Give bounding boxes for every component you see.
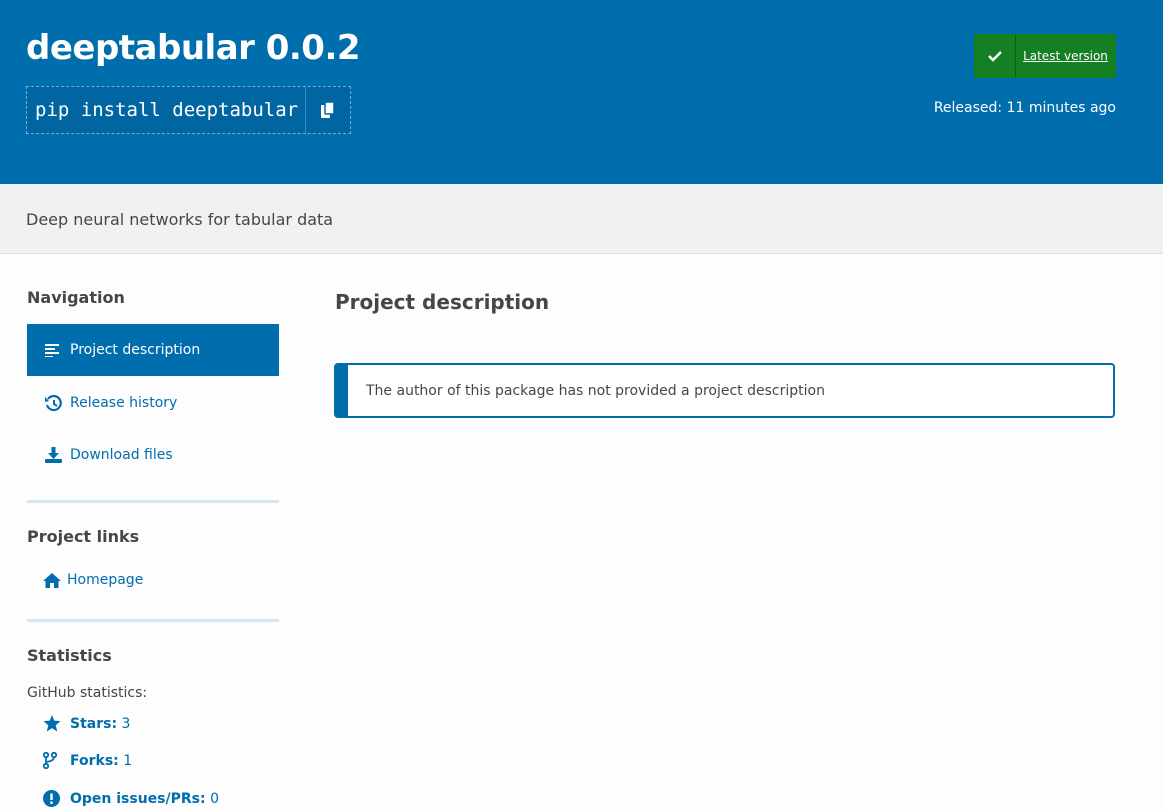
align-left-icon <box>43 341 63 359</box>
stars-value: 3 <box>121 715 131 732</box>
open-issues-label: Open issues/PRs: <box>70 790 206 807</box>
nav-release-history[interactable]: Release history <box>27 377 279 429</box>
github-open-issues[interactable]: Open issues/PRs: 0 <box>43 790 219 807</box>
package-header: deeptabular 0.0.2 pip install deeptabula… <box>0 0 1163 184</box>
project-description-heading: Project description <box>335 290 550 314</box>
github-statistics-label: GitHub statistics: <box>27 685 148 701</box>
homepage-label: Homepage <box>67 572 144 588</box>
open-issues-value: 0 <box>210 790 219 807</box>
github-forks[interactable]: Forks: 1 <box>43 752 132 769</box>
fork-icon <box>43 752 63 769</box>
nav-label: Project description <box>70 342 201 358</box>
copy-icon <box>321 102 335 118</box>
latest-version-badge[interactable]: Latest version <box>974 34 1116 78</box>
check-icon <box>975 35 1015 77</box>
released-label: Released: <box>933 100 1003 116</box>
no-description-callout: The author of this package has not provi… <box>334 363 1115 418</box>
sidebar-divider <box>27 500 279 503</box>
release-date: Released: 11 minutes ago <box>934 100 1116 116</box>
github-stars[interactable]: Stars: 3 <box>43 715 130 732</box>
homepage-link[interactable]: Homepage <box>43 572 143 588</box>
forks-value: 1 <box>123 752 133 769</box>
latest-version-link[interactable]: Latest version <box>1015 35 1115 77</box>
forks-label: Forks: <box>70 752 119 769</box>
stars-label: Stars: <box>70 715 118 732</box>
home-icon <box>43 572 63 588</box>
project-links-heading: Project links <box>27 527 140 546</box>
pip-command[interactable]: pip install deeptabular <box>27 99 305 121</box>
copy-button[interactable] <box>305 87 350 133</box>
package-summary: Deep neural networks for tabular data <box>26 210 334 229</box>
package-summary-bar: Deep neural networks for tabular data <box>0 184 1163 254</box>
callout-text: The author of this package has not provi… <box>366 382 825 399</box>
package-title: deeptabular 0.0.2 <box>26 28 361 68</box>
nav-project-description[interactable]: Project description <box>27 324 279 376</box>
nav-label: Download files <box>70 447 173 463</box>
statistics-heading: Statistics <box>27 646 112 665</box>
released-value: 11 minutes ago <box>1006 100 1116 116</box>
pip-install-box: pip install deeptabular <box>26 86 351 134</box>
history-icon <box>43 394 63 412</box>
download-icon <box>43 446 63 464</box>
exclamation-icon <box>43 790 63 807</box>
sidebar-divider <box>27 619 279 622</box>
nav-download-files[interactable]: Download files <box>27 429 279 481</box>
star-icon <box>43 715 63 732</box>
navigation-heading: Navigation <box>27 288 125 307</box>
nav-label: Release history <box>70 395 178 411</box>
